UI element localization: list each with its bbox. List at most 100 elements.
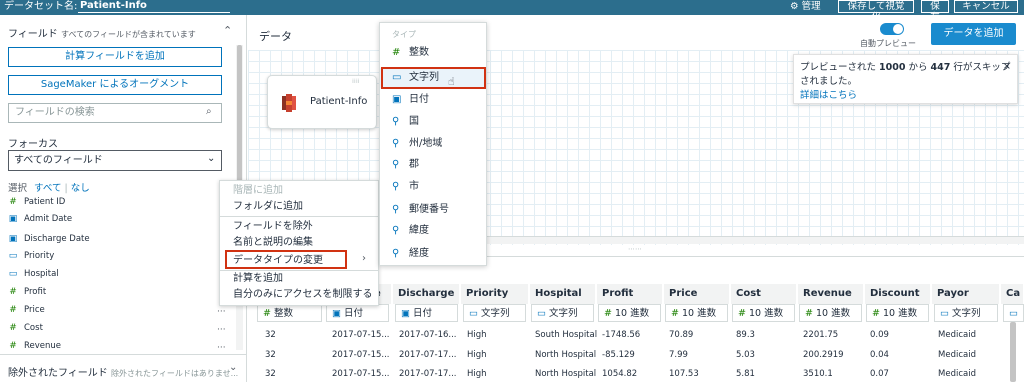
column-type-select[interactable]: ▭ 文字列	[934, 304, 998, 322]
resize-handle[interactable]: ⋯⋯	[628, 245, 642, 253]
column-header[interactable]: Payor Seg...	[932, 284, 1000, 319]
location-icon: ⚲	[392, 248, 400, 259]
table-cell: Medicaid	[938, 330, 976, 340]
column-type-select[interactable]: # 整数	[257, 304, 322, 322]
field-item[interactable]: # Patient ID	[8, 194, 65, 210]
column-type-select[interactable]: # 10 進数	[598, 304, 661, 322]
table-cell: 32	[265, 369, 276, 379]
add-to-folder-item[interactable]: フォルダに追加	[233, 200, 303, 214]
column-type-select[interactable]: ▭	[1003, 304, 1024, 322]
type-postal-item[interactable]: ⚲ 郵便番号	[392, 203, 449, 217]
calendar-icon: ▣	[332, 308, 344, 319]
field-item[interactable]: # Cost	[8, 320, 43, 336]
focus-select[interactable]: すべてのフィールド	[8, 150, 222, 171]
table-cell: 70.89	[669, 330, 694, 340]
column-type-select[interactable]: # 10 進数	[866, 304, 929, 322]
table-cell: 2017-07-15...	[332, 350, 390, 360]
table-cell: -85.129	[602, 350, 635, 360]
more-options-icon[interactable]: ···	[217, 343, 226, 353]
calendar-icon: ▣	[8, 234, 18, 244]
add-calculation-item[interactable]: 計算を追加	[233, 272, 283, 286]
table-cell: High	[467, 369, 487, 379]
more-options-icon[interactable]: ···	[217, 325, 226, 335]
table-cell: Medicaid	[938, 350, 976, 360]
column-header[interactable]: Priority	[461, 284, 529, 304]
type-date-item[interactable]: ▣ 日付	[392, 93, 429, 107]
highlight-box	[225, 250, 347, 269]
column-type-select[interactable]: ▭ 文字列	[463, 304, 526, 322]
text-icon: ▭	[1009, 308, 1018, 319]
calendar-icon: ▣	[8, 214, 18, 224]
field-item[interactable]: # Price	[8, 302, 45, 318]
select-none-link[interactable]: なし	[71, 183, 90, 194]
column-type-select[interactable]: # 10 進数	[799, 304, 862, 322]
field-item[interactable]: # Revenue	[8, 338, 61, 354]
preview-notice: プレビューされた 1000 から 447 行がスキップされました。 詳細はこちら…	[793, 54, 1018, 104]
add-calculated-field-button[interactable]: 計算フィールドを追加	[8, 47, 222, 67]
type-state-item[interactable]: ⚲ 州/地域	[392, 137, 442, 151]
field-item[interactable]: ▣ Discharge Date	[8, 231, 90, 247]
column-header[interactable]: Cost	[731, 284, 797, 304]
field-item[interactable]: # Profit	[8, 284, 46, 300]
field-search-input[interactable]: フィールドの検索	[8, 103, 222, 123]
dataset-name-input[interactable]: Patient-Info	[78, 0, 230, 13]
type-county-item[interactable]: ⚲ 郡	[392, 158, 419, 172]
column-type-select[interactable]: ▭ 文字列	[531, 304, 594, 322]
save-visualize-button[interactable]: 保存して視覚化	[838, 0, 914, 23]
table-cell: High	[467, 350, 487, 360]
more-options-icon[interactable]: ···	[217, 307, 226, 317]
column-header[interactable]: Price	[664, 284, 730, 304]
exclude-field-item[interactable]: フィールドを除外	[233, 220, 313, 234]
hash-icon: #	[738, 308, 749, 319]
column-header[interactable]: Revenue	[798, 284, 864, 304]
restrict-access-item[interactable]: 自分のみにアクセスを制限する	[233, 288, 373, 302]
chevron-down-icon[interactable]: ⌄	[229, 362, 237, 373]
data-section-title: データ	[259, 30, 292, 43]
column-header[interactable]: Ca	[1001, 284, 1024, 304]
close-icon[interactable]: ×	[1003, 60, 1011, 74]
select-all-link[interactable]: すべて	[34, 183, 61, 194]
type-latitude-item[interactable]: ⚲ 緯度	[392, 224, 429, 238]
table-cell: 2017-07-17...	[399, 369, 457, 379]
table-cell: North Hospital	[535, 369, 597, 379]
hash-icon: #	[9, 305, 17, 315]
column-type-select[interactable]: ▣ 日付	[395, 304, 458, 322]
type-country-item[interactable]: ⚲ 国	[392, 115, 419, 129]
column-header[interactable]: Hospital	[530, 284, 596, 304]
field-item[interactable]: ▭ Priority	[8, 248, 55, 264]
column-header[interactable]: Profit	[597, 284, 663, 304]
column-type-select[interactable]: # 10 進数	[665, 304, 728, 322]
manage-button[interactable]: ⚙ 管理	[790, 0, 821, 13]
type-city-item[interactable]: ⚲ 市	[392, 180, 419, 194]
cancel-button[interactable]: キャンセル	[954, 0, 1018, 13]
learn-more-link[interactable]: 詳細はこちら	[800, 89, 1011, 103]
sagemaker-augment-button[interactable]: SageMaker によるオーグメント	[8, 75, 222, 95]
dataset-node[interactable]: ⁞⁞⁞⁞ Patient-Info	[267, 75, 377, 129]
table-cell: 7.99	[669, 350, 688, 360]
column-header[interactable]: Discharge ...	[393, 284, 460, 319]
table-cell: 1054.82	[602, 369, 638, 379]
auto-preview-toggle[interactable]	[880, 23, 904, 35]
field-context-menu: 階層に追加 フォルダに追加 フィールドを除外 名前と説明の編集 データタイプの変…	[219, 180, 379, 306]
hash-icon: #	[392, 47, 401, 58]
collapse-icon[interactable]: ⌃	[223, 24, 232, 37]
location-icon: ⚲	[392, 116, 400, 127]
location-icon: ⚲	[392, 138, 400, 149]
save-button[interactable]: 保存	[921, 0, 949, 23]
table-cell: 2017-07-15...	[332, 369, 390, 379]
type-integer-item[interactable]: # 整数	[392, 46, 429, 60]
add-data-button[interactable]: データを追加	[931, 23, 1016, 45]
field-item[interactable]: ▭ Hospital	[8, 266, 59, 282]
column-header[interactable]: Discount	[865, 284, 931, 304]
type-longitude-item[interactable]: ⚲ 経度	[392, 247, 429, 261]
drag-handle-icon[interactable]: ⁞⁞⁞⁞	[352, 78, 360, 85]
field-item[interactable]: ▣ Admit Date	[8, 211, 72, 227]
add-to-hierarchy-item[interactable]: 階層に追加	[233, 184, 283, 198]
edit-name-item[interactable]: 名前と説明の編集	[233, 236, 313, 250]
table-scrollbar[interactable]	[1010, 322, 1016, 382]
column-type-select[interactable]: ▣ 日付	[326, 304, 389, 322]
column-type-select[interactable]: # 10 進数	[732, 304, 795, 322]
hash-icon: #	[9, 323, 17, 333]
excluded-fields-title: 除外されたフィールド 除外されたフィールドはありませ...	[8, 368, 239, 379]
type-header: タイプ	[392, 30, 416, 39]
